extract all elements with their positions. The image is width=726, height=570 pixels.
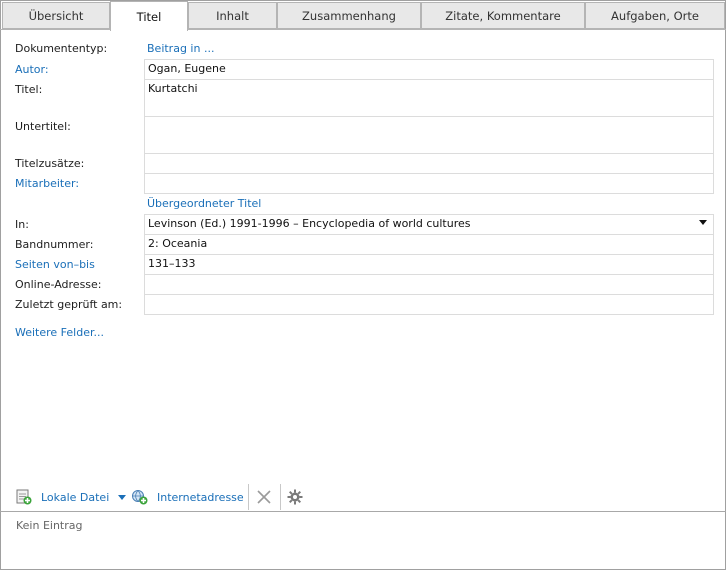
chevron-down-icon[interactable] xyxy=(118,494,127,500)
volume-value: 2: Oceania xyxy=(148,237,208,250)
pages-label-link[interactable]: Seiten von–bis xyxy=(15,258,95,271)
toolbar-divider xyxy=(0,511,726,512)
online-field[interactable] xyxy=(144,274,714,295)
tab-bar: Übersicht Titel Inhalt Zusammenhang Zita… xyxy=(0,0,726,31)
title-field[interactable]: Kurtatchi xyxy=(144,79,714,117)
volume-field[interactable]: 2: Oceania xyxy=(144,234,714,255)
author-field[interactable]: Ogan, Eugene xyxy=(144,59,714,80)
last-checked-field[interactable] xyxy=(144,294,714,315)
online-label: Online-Adresse: xyxy=(15,278,102,291)
internet-address-button[interactable]: Internetadresse xyxy=(131,488,244,506)
title-label: Titel: xyxy=(15,83,43,96)
tab-aufgaben-orte[interactable]: Aufgaben, Orte xyxy=(585,2,725,29)
close-icon xyxy=(256,489,272,505)
pages-value: 131–133 xyxy=(148,257,196,270)
in-value: Levinson (Ed.) 1991-1996 – Encyclopedia … xyxy=(148,217,471,230)
title-additions-field[interactable] xyxy=(144,153,714,174)
tab-zusammenhang[interactable]: Zusammenhang xyxy=(277,2,421,29)
empty-state-text: Kein Eintrag xyxy=(16,519,83,532)
settings-button[interactable] xyxy=(287,489,303,505)
tab-label: Zusammenhang xyxy=(302,8,396,23)
contributors-field[interactable] xyxy=(144,173,714,194)
last-checked-label: Zuletzt geprüft am: xyxy=(15,298,123,311)
author-value: Ogan, Eugene xyxy=(148,62,226,75)
in-label: In: xyxy=(15,218,29,231)
tab-label: Zitate, Kommentare xyxy=(445,8,561,23)
subtitle-label: Untertitel: xyxy=(15,120,71,133)
tab-label: Titel xyxy=(136,9,162,24)
delete-button[interactable] xyxy=(256,489,272,505)
tab-titel[interactable]: Titel xyxy=(110,1,188,31)
title-additions-label: Titelzusätze: xyxy=(15,157,85,170)
gear-icon xyxy=(287,489,303,505)
contributors-label-link[interactable]: Mitarbeiter: xyxy=(15,177,79,190)
doc-type-label: Dokumententyp: xyxy=(15,42,108,55)
doc-type-link[interactable]: Beitrag in ... xyxy=(147,42,214,55)
pages-field[interactable]: 131–133 xyxy=(144,254,714,275)
parent-title-link[interactable]: Übergeordneter Titel xyxy=(147,197,261,210)
toolbar-separator xyxy=(280,484,281,510)
tab-inhalt[interactable]: Inhalt xyxy=(188,2,277,29)
dropdown-arrow-icon[interactable] xyxy=(699,220,707,225)
local-file-button[interactable]: Lokale Datei xyxy=(15,488,127,506)
more-fields-link[interactable]: Weitere Felder... xyxy=(15,326,104,339)
globe-link-icon xyxy=(131,488,149,506)
toolbar-separator xyxy=(248,484,249,510)
tab-label: Übersicht xyxy=(28,8,84,23)
local-file-label: Lokale Datei xyxy=(41,490,110,504)
tab-uebersicht[interactable]: Übersicht xyxy=(2,2,110,29)
local-file-icon xyxy=(15,488,33,506)
subtitle-field[interactable] xyxy=(144,116,714,154)
in-dropdown[interactable]: Levinson (Ed.) 1991-1996 – Encyclopedia … xyxy=(144,214,714,235)
tab-underline xyxy=(0,29,726,30)
title-value: Kurtatchi xyxy=(148,82,198,95)
author-label-link[interactable]: Autor: xyxy=(15,63,49,76)
internet-address-label: Internetadresse xyxy=(157,490,244,504)
volume-label: Bandnummer: xyxy=(15,238,94,251)
tab-label: Aufgaben, Orte xyxy=(611,8,699,23)
tab-label: Inhalt xyxy=(216,8,249,23)
tab-zitate-kommentare[interactable]: Zitate, Kommentare xyxy=(421,2,585,29)
